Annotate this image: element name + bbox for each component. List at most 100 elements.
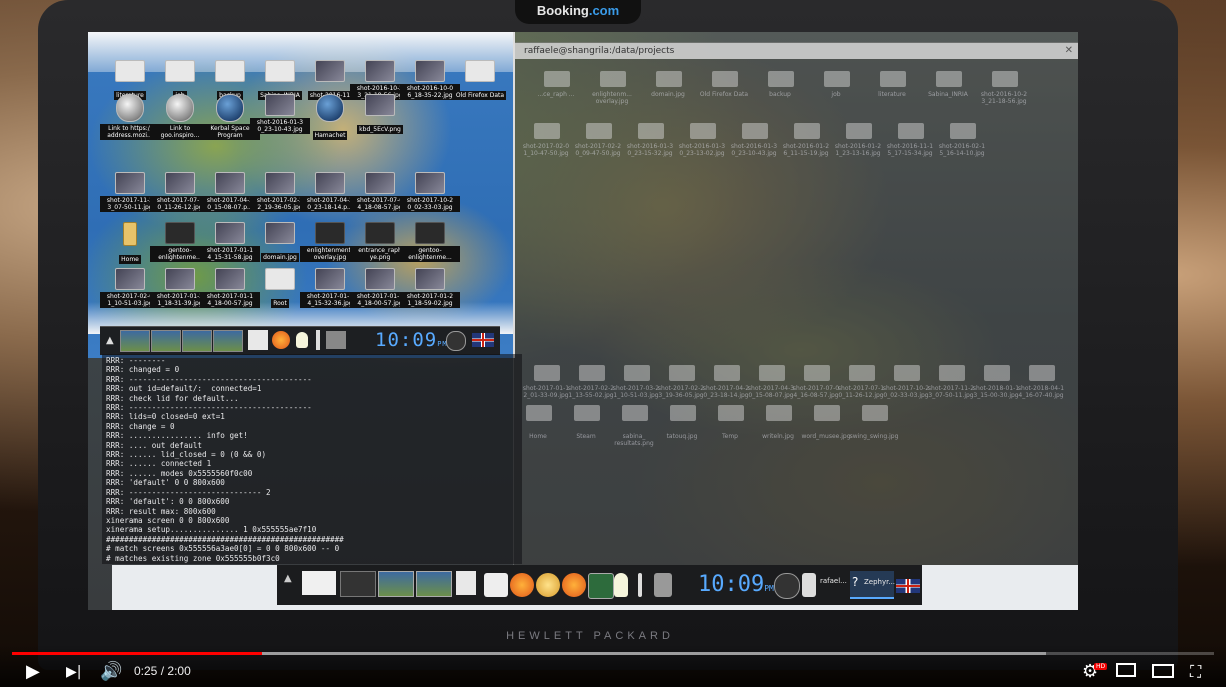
task-zephyr[interactable]: ? Zephyr...	[850, 571, 896, 599]
file-icon[interactable]	[534, 365, 560, 381]
file-icon[interactable]	[534, 123, 560, 139]
progress-bar[interactable]	[12, 652, 1214, 655]
desktop-icon[interactable]: gentoo-enlightenme...	[400, 222, 460, 263]
file-icon[interactable]	[579, 365, 605, 381]
volume-icon[interactable]: 🔊	[100, 661, 122, 683]
desktop-icon[interactable]: shot-2017-01-2 1_18-59-02.jpg	[400, 268, 460, 309]
file-icon[interactable]	[690, 123, 716, 139]
file-icon[interactable]	[638, 123, 664, 139]
theater-mode-icon[interactable]	[1152, 664, 1174, 678]
steam-icon	[216, 94, 244, 122]
file-icon[interactable]	[656, 71, 682, 87]
file-icon[interactable]	[898, 123, 924, 139]
desktop-preview-window[interactable]: literaturejobbackupSabina_INRIAshot-2016…	[88, 32, 515, 358]
photo-icon	[115, 172, 145, 194]
inner-taskbar[interactable]: ▲ 10:09PM	[100, 326, 500, 355]
pager-desktop-2[interactable]	[151, 330, 181, 352]
chevron-up-icon[interactable]: ▲	[284, 573, 292, 584]
terminal-app-icon[interactable]	[588, 573, 614, 599]
terminal-line: RRR: --------	[106, 356, 166, 365]
file-icon[interactable]	[574, 405, 600, 421]
file-icon[interactable]	[622, 405, 648, 421]
file-icon[interactable]	[984, 365, 1010, 381]
file-icon[interactable]	[880, 71, 906, 87]
pager-desktop-2[interactable]	[378, 571, 414, 597]
folder-icon	[465, 60, 495, 82]
pager-desktop-3[interactable]	[182, 330, 212, 352]
file-icon[interactable]	[936, 71, 962, 87]
file-icon[interactable]	[894, 365, 920, 381]
desktop-icon[interactable]: shot-2017-10-2 0_02-33-03.jpg	[400, 172, 460, 213]
task-terminal[interactable]: rafael...	[820, 577, 847, 585]
chevron-up-icon[interactable]: ▲	[106, 330, 114, 352]
terminal-output[interactable]: RRR: -------- RRR: changed = 0 RRR: ------…	[102, 354, 522, 564]
pager-desktop-3[interactable]	[416, 571, 452, 597]
play-icon[interactable]: ▶	[26, 661, 40, 683]
next-icon[interactable]: ▶|	[66, 661, 81, 683]
file-icon[interactable]	[714, 365, 740, 381]
file-icon[interactable]	[814, 405, 840, 421]
file-icon[interactable]	[939, 365, 965, 381]
user-avatar-icon[interactable]	[774, 573, 800, 599]
settings-gear-icon[interactable]	[536, 573, 560, 597]
firefox-icon[interactable]	[272, 331, 290, 349]
file-icon[interactable]	[846, 123, 872, 139]
file-icon[interactable]	[624, 365, 650, 381]
blank-icon[interactable]	[248, 330, 268, 350]
file-icon[interactable]	[950, 123, 976, 139]
computer-icon[interactable]	[484, 573, 508, 597]
file-icon[interactable]	[766, 405, 792, 421]
file-icon[interactable]	[670, 405, 696, 421]
terminal-line: move resize 0 0 800x600 -> 0 0 800x600	[106, 563, 518, 564]
user-avatar-icon[interactable]	[446, 331, 466, 351]
file-label: shot-2017-02-2 0_09-47-50.jpg	[574, 143, 622, 157]
terminal-line: RRR: result max: 800x600	[106, 506, 216, 516]
file-icon[interactable]	[794, 123, 820, 139]
uk-flag-icon[interactable]	[896, 579, 920, 593]
terminal-task-icon[interactable]	[802, 573, 816, 597]
firefox-icon[interactable]	[510, 573, 534, 597]
main-taskbar[interactable]: ▲ 10:09PM rafael... ? Zephyr...	[112, 565, 1078, 610]
fullscreen-icon[interactable]: ⛶	[1190, 661, 1201, 683]
file-icon[interactable]	[526, 405, 552, 421]
blank-task-thumb[interactable]	[302, 571, 336, 595]
desktop-icon[interactable]: Old Firefox Data	[450, 60, 510, 101]
desktop-icon-label: kbd_5EcV.png	[357, 125, 403, 134]
duration: 2:00	[167, 664, 191, 678]
photo-icon	[265, 222, 295, 244]
file-icon[interactable]	[718, 405, 744, 421]
window-titlebar[interactable]: raffaele@shangrila:/data/projects ✕	[514, 43, 1078, 59]
uk-flag-icon[interactable]	[472, 333, 494, 347]
pager-desktop-1[interactable]	[120, 330, 150, 352]
file-icon[interactable]	[600, 71, 626, 87]
file-icon[interactable]	[862, 405, 888, 421]
dark-icon	[165, 222, 195, 244]
bulb-icon[interactable]	[296, 332, 308, 348]
file-icon[interactable]	[669, 365, 695, 381]
pager-desktop-1[interactable]	[340, 571, 376, 597]
file-icon[interactable]	[586, 123, 612, 139]
task-zephyr-label: Zephyr...	[864, 578, 896, 586]
file-icon[interactable]	[712, 71, 738, 87]
desktop-icon[interactable]: kbd_5EcV.png	[350, 94, 410, 135]
pager-desktop-4[interactable]	[213, 330, 243, 352]
browser-icon[interactable]	[562, 573, 586, 597]
file-icon[interactable]	[824, 71, 850, 87]
file-icon[interactable]	[544, 71, 570, 87]
file-manager-window[interactable]: raffaele@shangrila:/data/projects ✕ ...c…	[513, 42, 1078, 589]
terminal-line: RRR: change = 0	[106, 421, 175, 431]
main-clock-ampm: PM	[764, 584, 774, 593]
blank-icon[interactable]	[456, 571, 476, 595]
file-icon[interactable]	[992, 71, 1018, 87]
miniplayer-icon[interactable]	[1116, 663, 1136, 677]
file-icon[interactable]	[768, 71, 794, 87]
file-label: shot-2016-01-3 0_23-10-43.jpg	[730, 143, 778, 157]
file-icon[interactable]	[804, 365, 830, 381]
close-icon[interactable]: ✕	[1065, 43, 1073, 59]
file-label: Old Firefox Data	[699, 91, 749, 98]
file-icon[interactable]	[1029, 365, 1055, 381]
file-icon[interactable]	[742, 123, 768, 139]
file-icon[interactable]	[849, 365, 875, 381]
bulb-icon[interactable]	[614, 573, 628, 597]
file-icon[interactable]	[759, 365, 785, 381]
